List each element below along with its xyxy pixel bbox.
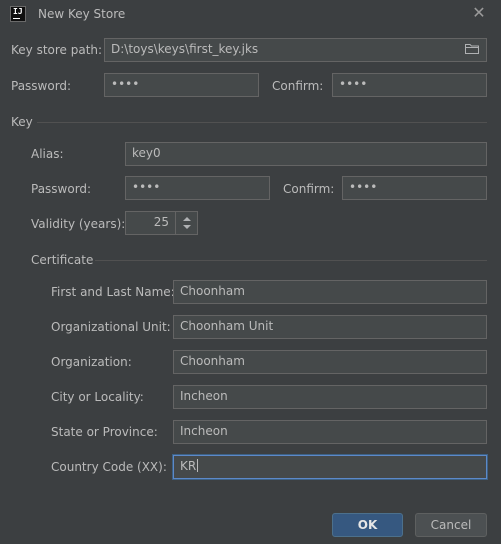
keystore-path-field[interactable]: D:\toys\keys\first_key.jks bbox=[104, 38, 487, 62]
alias-field[interactable]: key0 bbox=[125, 142, 487, 166]
key-password-label: Password: bbox=[31, 182, 92, 196]
cancel-button[interactable]: Cancel bbox=[415, 513, 487, 537]
validity-spinner[interactable]: 25 bbox=[125, 211, 198, 235]
org-unit-label: Organizational Unit: bbox=[51, 320, 171, 334]
key-section-separator bbox=[37, 122, 487, 123]
keystore-password-field[interactable]: •••• bbox=[104, 73, 259, 97]
key-section-label: Key bbox=[11, 115, 33, 129]
city-value: Incheon bbox=[180, 389, 228, 403]
close-icon[interactable]: ✕ bbox=[470, 4, 488, 22]
validity-value: 25 bbox=[153, 215, 169, 229]
alias-value: key0 bbox=[132, 146, 161, 160]
intellij-icon: IJ bbox=[10, 6, 26, 22]
key-confirm-value: •••• bbox=[349, 180, 378, 194]
first-last-name-value: Choonham bbox=[180, 284, 245, 298]
country-code-value: KR bbox=[180, 459, 197, 473]
alias-label: Alias: bbox=[31, 147, 64, 161]
key-password-value: •••• bbox=[132, 180, 161, 194]
org-unit-field[interactable]: Choonham Unit bbox=[173, 315, 487, 339]
keystore-password-label: Password: bbox=[11, 79, 72, 93]
keystore-confirm-label: Confirm: bbox=[272, 79, 324, 93]
text-caret bbox=[197, 459, 199, 472]
organization-label: Organization: bbox=[51, 355, 132, 369]
keystore-confirm-value: •••• bbox=[339, 77, 368, 91]
state-value: Incheon bbox=[180, 424, 228, 438]
key-confirm-label: Confirm: bbox=[283, 182, 335, 196]
key-confirm-field[interactable]: •••• bbox=[342, 176, 487, 200]
ok-button[interactable]: OK bbox=[332, 513, 403, 537]
spinner-arrows-icon[interactable] bbox=[175, 212, 197, 234]
dialog-title: New Key Store bbox=[38, 7, 126, 21]
org-unit-value: Choonham Unit bbox=[180, 319, 274, 333]
first-last-name-field[interactable]: Choonham bbox=[173, 280, 487, 304]
organization-value: Choonham bbox=[180, 354, 245, 368]
city-label: City or Locality: bbox=[51, 390, 144, 404]
first-last-name-label: First and Last Name: bbox=[51, 285, 175, 299]
country-code-label: Country Code (XX): bbox=[51, 460, 167, 474]
city-field[interactable]: Incheon bbox=[173, 385, 487, 409]
certificate-section-label: Certificate bbox=[31, 253, 94, 267]
key-password-field[interactable]: •••• bbox=[125, 176, 270, 200]
country-code-field[interactable]: KR bbox=[173, 455, 487, 479]
keystore-password-value: •••• bbox=[111, 77, 140, 91]
organization-field[interactable]: Choonham bbox=[173, 350, 487, 374]
keystore-path-label: Key store path: bbox=[11, 43, 103, 57]
keystore-path-value: D:\toys\keys\first_key.jks bbox=[111, 42, 259, 56]
state-label: State or Province: bbox=[51, 425, 158, 439]
app-icon-text: IJ bbox=[13, 7, 23, 16]
folder-icon[interactable] bbox=[465, 43, 479, 57]
state-field[interactable]: Incheon bbox=[173, 420, 487, 444]
certificate-section-separator bbox=[95, 260, 487, 261]
keystore-confirm-field[interactable]: •••• bbox=[332, 73, 487, 97]
validity-label: Validity (years): bbox=[31, 217, 126, 231]
